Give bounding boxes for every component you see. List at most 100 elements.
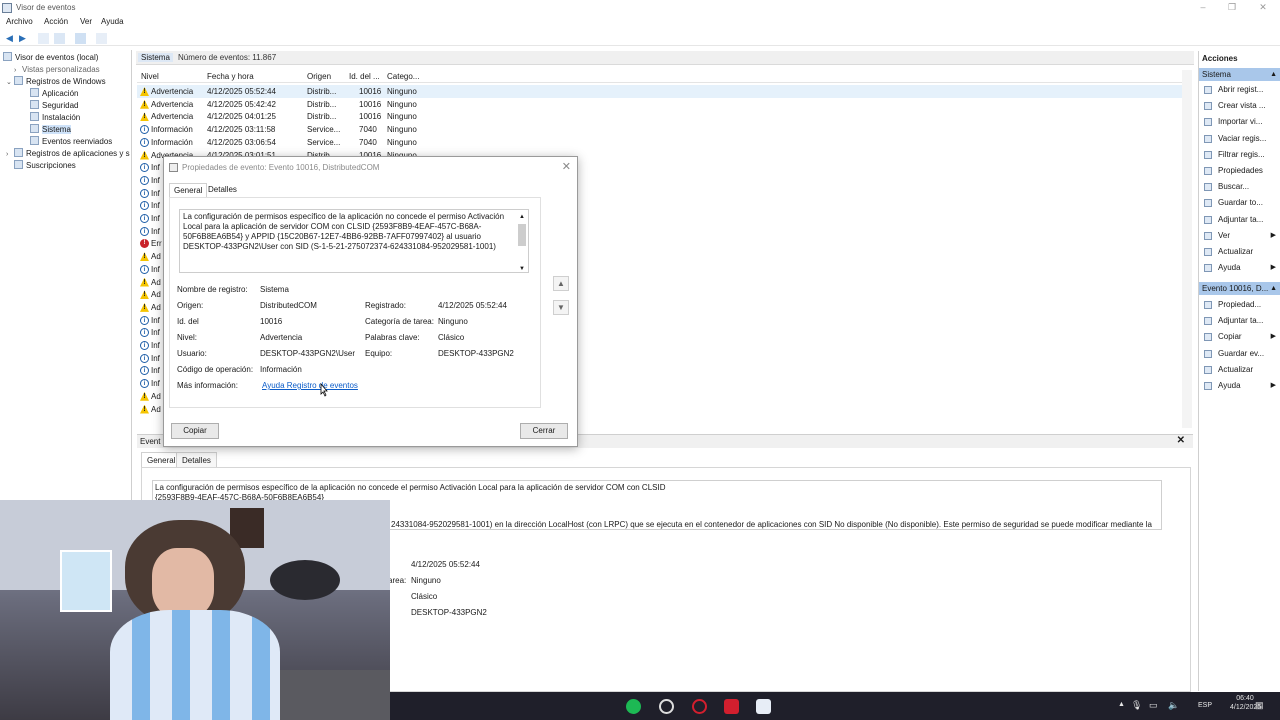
close-button[interactable]: Cerrar — [520, 423, 568, 439]
menu-ver[interactable]: Ver — [80, 17, 92, 26]
tree-item-eventos-reenviados[interactable]: Eventos reenviados — [30, 136, 112, 147]
action-item[interactable]: Abrir regist... — [1199, 82, 1280, 98]
close-detail-icon[interactable]: ✕ — [1177, 435, 1185, 446]
forward-arrow-icon[interactable]: ▶ — [17, 33, 28, 44]
table-row[interactable]: ! Advertencia 4/12/2025 04:01:25 Distrib...… — [137, 110, 1182, 123]
collapse-icon[interactable]: ⌄ — [6, 77, 14, 88]
tree-subscriptions[interactable]: Suscripciones — [14, 160, 76, 171]
action-item[interactable]: Actualizar — [1199, 362, 1280, 378]
back-arrow-icon[interactable]: ◀ — [4, 33, 15, 44]
action-item[interactable]: Filtrar regis... — [1199, 147, 1280, 163]
description-scrollbar[interactable]: ▲ ▼ — [518, 212, 526, 272]
event-viewer-taskbar-icon[interactable] — [756, 699, 771, 714]
table-row[interactable]: i Información 4/12/2025 03:11:58 Service...… — [137, 123, 1182, 136]
maximize-button[interactable]: ❐ — [1219, 0, 1245, 16]
action-item[interactable]: Ayuda ▶ — [1199, 260, 1280, 276]
dialog-close-icon[interactable]: ✕ — [562, 160, 571, 173]
help-link[interactable]: Ayuda Registro de eventos — [262, 381, 358, 390]
menu-archivo[interactable]: Archivo — [6, 17, 33, 26]
dialog-tab-general[interactable]: General — [169, 183, 208, 197]
cell-date: 4/12/2025 05:42:42 — [207, 99, 276, 109]
event-icon — [169, 163, 178, 172]
menu-accion[interactable]: Acción — [44, 17, 68, 26]
spotify-icon[interactable] — [626, 699, 641, 714]
action-item[interactable]: Importar vi... — [1199, 114, 1280, 130]
event-list-scrollbar[interactable] — [1182, 70, 1192, 428]
menu-ayuda[interactable]: Ayuda — [101, 17, 124, 26]
help-icon[interactable] — [75, 33, 86, 44]
cell-id: 10016 — [359, 112, 382, 122]
dialog-tab-detalles[interactable]: Detalles — [204, 183, 241, 197]
properties-icon[interactable] — [54, 33, 65, 44]
scroll-up-icon[interactable]: ▲ — [518, 212, 526, 222]
action-item[interactable]: Adjuntar ta... — [1199, 313, 1280, 329]
opera-icon[interactable] — [692, 699, 707, 714]
table-row[interactable]: i Información 4/12/2025 03:06:54 Service...… — [137, 136, 1182, 149]
dialog-title: Propiedades de evento: Evento 10016, Dis… — [182, 163, 380, 172]
copy-button[interactable]: Copiar — [171, 423, 219, 439]
tree-item-sistema[interactable]: Sistema — [30, 124, 71, 135]
tree-item-instalacion[interactable]: Instalación — [30, 112, 80, 123]
action-item[interactable]: Guardar to... — [1199, 195, 1280, 211]
tray-chevron-icon[interactable]: ▲ — [1118, 701, 1125, 720]
column-header-level[interactable]: Nivel — [141, 72, 159, 81]
action-item[interactable]: Ayuda ▶ — [1199, 378, 1280, 394]
action-item[interactable]: Actualizar — [1199, 244, 1280, 260]
network-icon[interactable]: ▭ — [1149, 700, 1158, 720]
previous-event-arrow-icon[interactable]: ▲ — [553, 276, 569, 291]
actions-section-sistema[interactable]: Sistema ▲ — [1199, 68, 1280, 81]
tab-detalles[interactable]: Detalles — [176, 452, 217, 467]
table-row[interactable]: ! Advertencia 4/12/2025 05:42:42 Distrib...… — [137, 98, 1182, 111]
tree-windows-logs[interactable]: ⌄ Registros de Windows — [6, 76, 106, 87]
action-item[interactable]: Guardar ev... — [1199, 346, 1280, 362]
info-icon: i — [140, 137, 149, 147]
event-grid-header: Nivel Fecha y hora Origen Id. del ... Ca… — [137, 70, 1182, 83]
scroll-down-icon[interactable]: ▼ — [518, 264, 526, 272]
action-item[interactable]: Propiedades — [1199, 163, 1280, 179]
warning-icon: ! — [140, 150, 149, 160]
panel-icon[interactable] — [96, 33, 107, 44]
webcam-jersey — [60, 550, 112, 612]
mic-icon[interactable]: 🎙 — [1131, 700, 1142, 720]
language-indicator[interactable]: ESP — [1198, 702, 1212, 720]
action-label: Buscar... — [1218, 182, 1250, 192]
log-icon — [30, 136, 39, 145]
action-label: Ayuda — [1218, 381, 1241, 390]
next-event-arrow-icon[interactable]: ▼ — [553, 300, 569, 315]
column-header-date[interactable]: Fecha y hora — [207, 72, 254, 81]
cell-level: Advertencia — [151, 87, 194, 96]
cell-level: Ad — [151, 391, 161, 401]
tree-app-logs[interactable]: › Registros de aplicaciones y s — [6, 148, 130, 159]
action-item[interactable]: Copiar ▶ — [1199, 329, 1280, 345]
action-item[interactable]: Crear vista ... — [1199, 98, 1280, 114]
column-header-source[interactable]: Origen — [307, 72, 331, 81]
scroll-thumb[interactable] — [518, 224, 526, 246]
tree-item-seguridad[interactable]: Seguridad — [30, 100, 78, 111]
minimize-button[interactable]: – — [1190, 0, 1216, 16]
action-item[interactable]: Ver ▶ — [1199, 228, 1280, 244]
close-window-button[interactable]: ✕ — [1250, 0, 1276, 16]
actions-section-event[interactable]: Evento 10016, D... ▲ — [1199, 282, 1280, 295]
expand-icon[interactable]: › — [6, 149, 14, 160]
folder-icon[interactable] — [38, 33, 49, 44]
label-more-info: Más información: — [177, 381, 238, 390]
column-header-category[interactable]: Catego... — [387, 72, 419, 81]
tree-custom-views[interactable]: › Vistas personalizadas — [14, 64, 100, 75]
app-red-icon[interactable] — [724, 699, 739, 714]
cell-id: 10016 — [359, 99, 382, 109]
info-icon: i — [140, 315, 149, 325]
tree-root[interactable]: Visor de eventos (local) — [3, 52, 98, 63]
tree-item-aplicacion[interactable]: Aplicación — [30, 88, 78, 99]
action-item[interactable]: Buscar... — [1199, 179, 1280, 195]
app-icon[interactable] — [659, 699, 674, 714]
table-row[interactable]: ! Advertencia 4/12/2025 05:52:44 Distrib...… — [137, 85, 1182, 98]
action-item[interactable]: Adjuntar ta... — [1199, 212, 1280, 228]
expand-icon[interactable]: › — [14, 65, 22, 76]
column-header-id[interactable]: Id. del ... — [349, 72, 380, 81]
actions-pane: Acciones Sistema ▲ Evento 10016, D... ▲ Ab… — [1198, 51, 1280, 691]
action-item[interactable]: Propiedad... — [1199, 297, 1280, 313]
volume-icon[interactable]: 🔈 — [1168, 700, 1179, 720]
notifications-icon[interactable]: ▤ — [1255, 700, 1264, 720]
action-item[interactable]: Vaciar regis... — [1199, 131, 1280, 147]
cell-level: Inf — [151, 175, 160, 185]
